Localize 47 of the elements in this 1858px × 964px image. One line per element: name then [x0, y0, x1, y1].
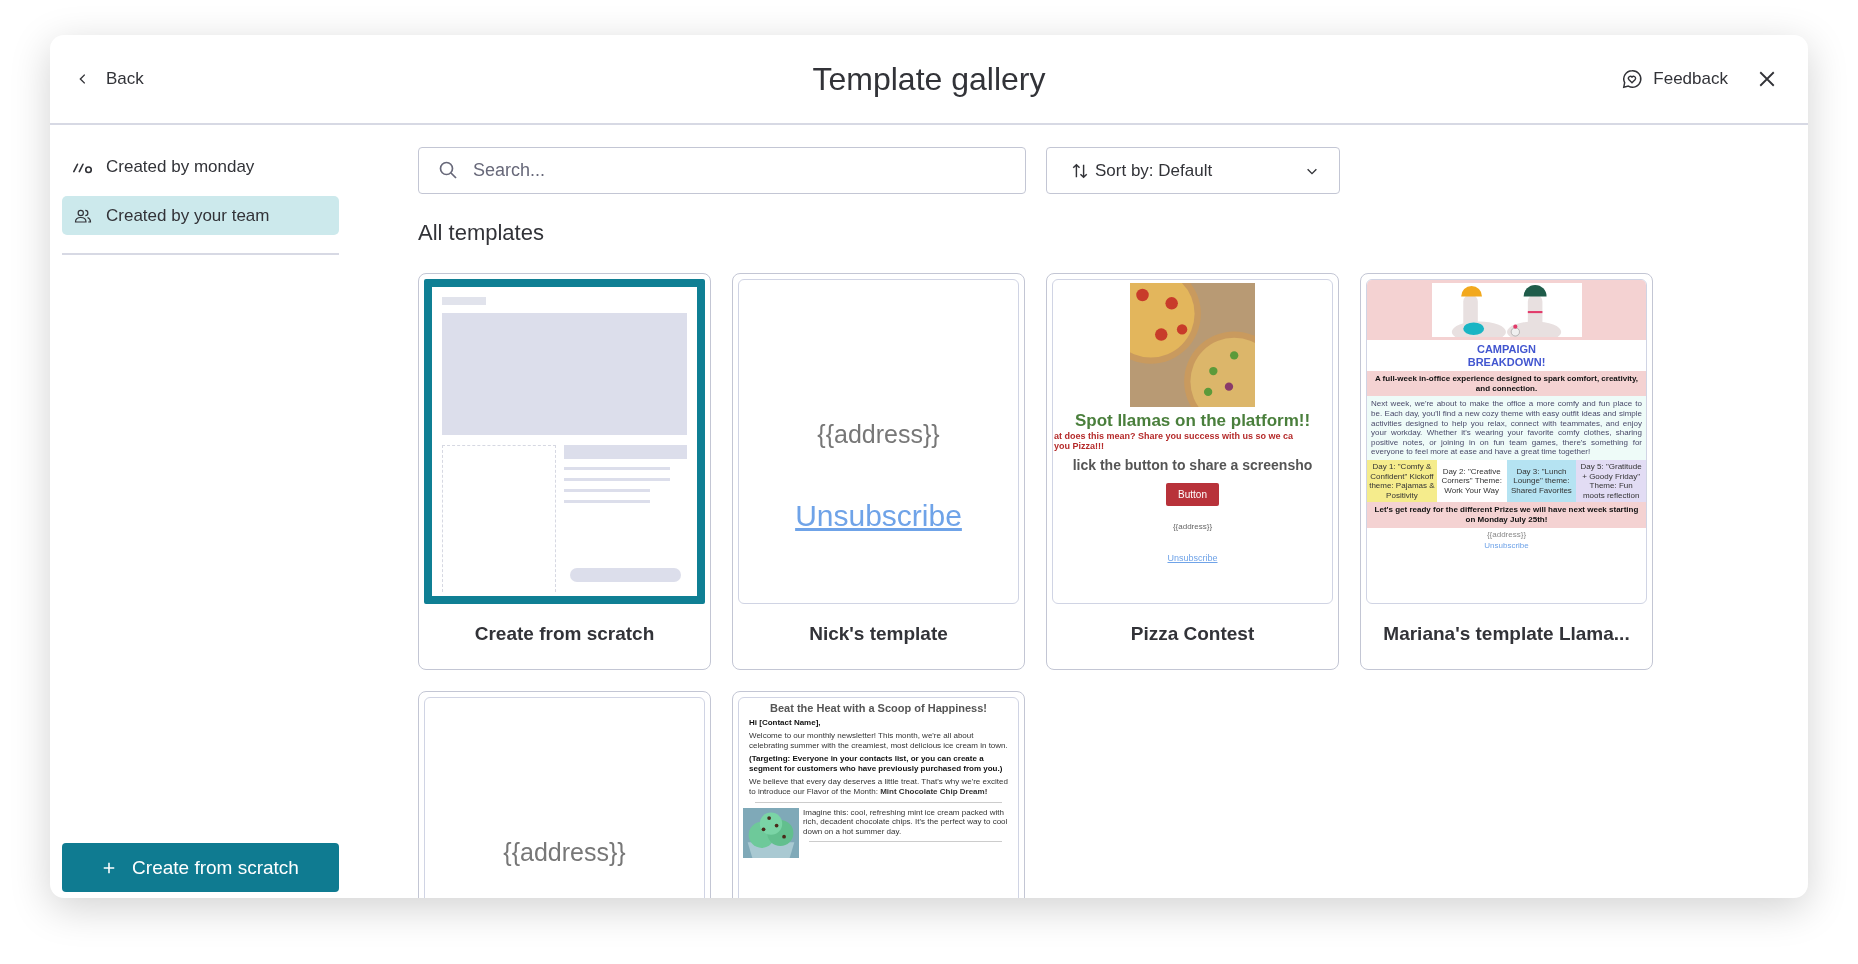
- email-headline: Spot llamas on the platform!!: [1074, 411, 1311, 431]
- feedback-button[interactable]: Feedback: [1615, 67, 1734, 91]
- window-title: Template gallery: [812, 60, 1046, 98]
- unsubscribe-link: Unsubscribe: [795, 499, 962, 533]
- template-name: Mariana's template Llama...: [1382, 622, 1631, 646]
- address-placeholder: {{address}}: [817, 420, 940, 449]
- day-card: Day 3: "Lunch Lounge" theme: Shared Favorites: [1506, 460, 1577, 503]
- email-heading: lick the button to share a screensho: [1072, 457, 1313, 473]
- day-card: Day 1: "Comfy & Confident" Kickoff theme: Pajamas & Positivity: [1367, 460, 1437, 503]
- email-paragraph: (Targeting: Everyone in your contacts list, or you can create a segment for customers who have previously purchased from you.): [749, 754, 1004, 774]
- section-title: All templates: [418, 220, 545, 246]
- template-card[interactable]: Spot llamas on the platform!! at does this mean? Share you success with us so we ca you Pizza!!! lick the button to share a screensho Button {{address}} Unsubscribe Pizza Contest: [1046, 273, 1339, 670]
- template-card[interactable]: [1360, 273, 1653, 670]
- address-placeholder: {{address}}: [1485, 529, 1528, 539]
- speech-heart-icon: [1621, 68, 1644, 90]
- template-name: Pizza Contest: [1129, 622, 1256, 646]
- email-button: Button: [1166, 483, 1219, 506]
- address-placeholder: {{address}}: [1172, 522, 1213, 531]
- unsubscribe-link: Unsubscribe: [1483, 540, 1530, 550]
- email-text: at does this mean? Share you success with us so we ca: [1053, 431, 1294, 441]
- address-placeholder: {{address}}: [503, 838, 626, 867]
- email-text: you Pizza!!!: [1053, 441, 1104, 451]
- campaign-heading: CAMPAIGN BREAKDOWN!: [1466, 343, 1547, 369]
- sort-dropdown[interactable]: Sort by: Default: [1046, 147, 1340, 194]
- search-field[interactable]: Search...: [418, 147, 1026, 194]
- sort-icon: [1071, 161, 1089, 180]
- sidebar-item[interactable]: Created by your team: [62, 196, 339, 235]
- email-closing: Let's get ready for the different Prizes we will have next week starting on Monday July 25th!: [1373, 505, 1640, 525]
- template-card[interactable]: {{address}}: [418, 691, 711, 898]
- search-icon: [438, 160, 458, 180]
- back-button[interactable]: Back: [70, 63, 150, 95]
- template-name: Create from scratch: [473, 622, 656, 646]
- unsubscribe-link: Unsubscribe: [1167, 553, 1218, 563]
- template-card[interactable]: {{address}} Unsubscribe Nick's template: [732, 273, 1025, 670]
- email-paragraph: We believe that every day deserves a little treat. That's why we're excited to introduce our Flavor of the Month: Mint Chocolate Chip Dream!: [749, 777, 1008, 797]
- email-paragraph: Welcome to our monthly newsletter! This month, we're all about celebrating summer with the creamiest, most delicious ice cream in town.: [749, 731, 1008, 751]
- newsletter-title: Beat the Heat with a Scoop of Happiness!: [769, 702, 988, 714]
- create-from-scratch-button[interactable]: Create from scratch: [62, 843, 339, 892]
- email-greeting: Hi [Contact Name],: [749, 718, 822, 727]
- email-subheading: A full-week in-office experience designed to spark comfort, creativity, and connection.: [1373, 374, 1640, 394]
- template-card[interactable]: Create from scratch: [418, 273, 711, 670]
- sidebar-item[interactable]: Created by monday: [62, 147, 339, 186]
- email-paragraph: Imagine this: cool, refreshing mint ice cream packed with rich, decadent chocolate chips. It's the perfect way to cool down on a hot summer day.: [803, 807, 1008, 837]
- plus-icon: [102, 860, 117, 875]
- template-name: Nick's template: [808, 622, 949, 646]
- email-paragraph: Next week, we're about to make the office a more comfy and fun place to be. Each day, you'll find a new cozy theme with easy outfit ideas and simple activities designed to help you relax, connect with teammates, and enjoy your workday. Whether it's wearing your favorite comfy clothes, sharing positive notes, or joining in on fun team games, there's something for everyone to feel more at ease and have a great time together!: [1371, 399, 1642, 458]
- day-card: Day 5: "Gratitude + Goody Friday" Theme: Fun moots reflection: [1576, 460, 1646, 503]
